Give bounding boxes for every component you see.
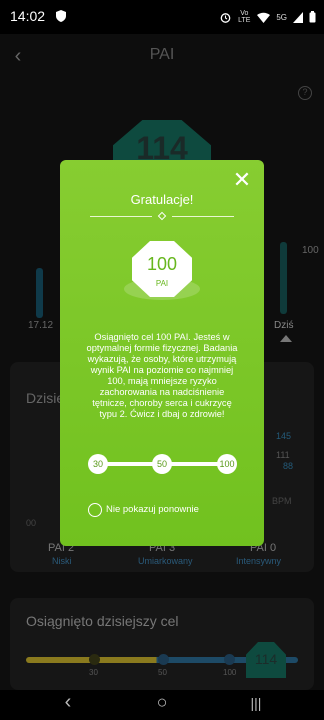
nav-home-button[interactable]: ○	[150, 692, 174, 713]
pai-level-label: Umiarkowany	[138, 556, 193, 566]
dialog-title: Gratulacje!	[130, 192, 194, 207]
scale-marker-50: 50	[152, 454, 172, 474]
close-icon[interactable]: ✕	[232, 169, 252, 191]
goal-marker	[224, 654, 235, 665]
goal-marker	[89, 654, 100, 665]
alarm-icon	[220, 12, 231, 23]
time-axis-label: 00	[26, 518, 37, 528]
status-icons: Vo LTE 5G	[220, 10, 316, 24]
bpm-label: BPM	[272, 496, 292, 506]
goal-mark-label: 50	[158, 668, 167, 677]
divider	[172, 216, 234, 217]
selected-day-indicator	[280, 335, 292, 342]
wifi-icon	[257, 12, 271, 23]
pai-level-label: Niski	[52, 556, 72, 566]
hr-value: 88	[283, 461, 294, 471]
signal-icon	[293, 11, 303, 23]
battery-icon	[309, 11, 316, 23]
pai-level-label: Intensywny	[236, 556, 282, 566]
page-title: PAI	[149, 46, 175, 63]
goal-mark-label: 30	[89, 668, 98, 677]
dialog-message: Osiągnięto cel 100 PAI. Jesteś w optymal…	[86, 332, 238, 419]
hr-value: 145	[276, 431, 292, 441]
dont-show-again-label[interactable]: Nie pokazuj ponownie	[106, 504, 199, 515]
axis-max-label: 100	[302, 245, 319, 256]
history-bar[interactable]	[36, 268, 43, 318]
volte-indicator: Vo LTE	[238, 10, 251, 24]
nav-back-button[interactable]: ‹	[56, 691, 80, 714]
today-card-title: Dzisie	[26, 390, 65, 406]
badge-unit: PAI	[155, 279, 169, 288]
help-icon[interactable]: ?	[298, 86, 312, 100]
status-bar: 14:02 Vo LTE 5G	[0, 0, 324, 34]
date-label: 17.12	[28, 320, 54, 331]
shield-icon	[56, 10, 66, 22]
app-bar: ‹ PAI	[0, 34, 324, 80]
scale-marker-30: 30	[88, 454, 108, 474]
goal-marker	[158, 654, 169, 665]
status-time: 14:02	[10, 8, 46, 24]
system-nav-bar: ‹ ○ |||	[0, 690, 324, 720]
goal-score-value: 114	[254, 651, 278, 667]
divider	[90, 216, 152, 217]
hr-value: 111	[276, 450, 290, 460]
nav-recents-button[interactable]: |||	[244, 695, 268, 711]
today-label: Dziś	[274, 320, 294, 331]
goal-mark-label: 100	[223, 668, 237, 677]
badge-value: 100	[146, 254, 178, 274]
today-bar[interactable]	[280, 242, 287, 314]
network-type: 5G	[276, 12, 287, 22]
dont-show-again-checkbox[interactable]	[88, 503, 102, 517]
scale-marker-100: 100	[217, 454, 237, 474]
goal-card-title: Osiągnięto dzisiejszy cel	[26, 613, 179, 629]
